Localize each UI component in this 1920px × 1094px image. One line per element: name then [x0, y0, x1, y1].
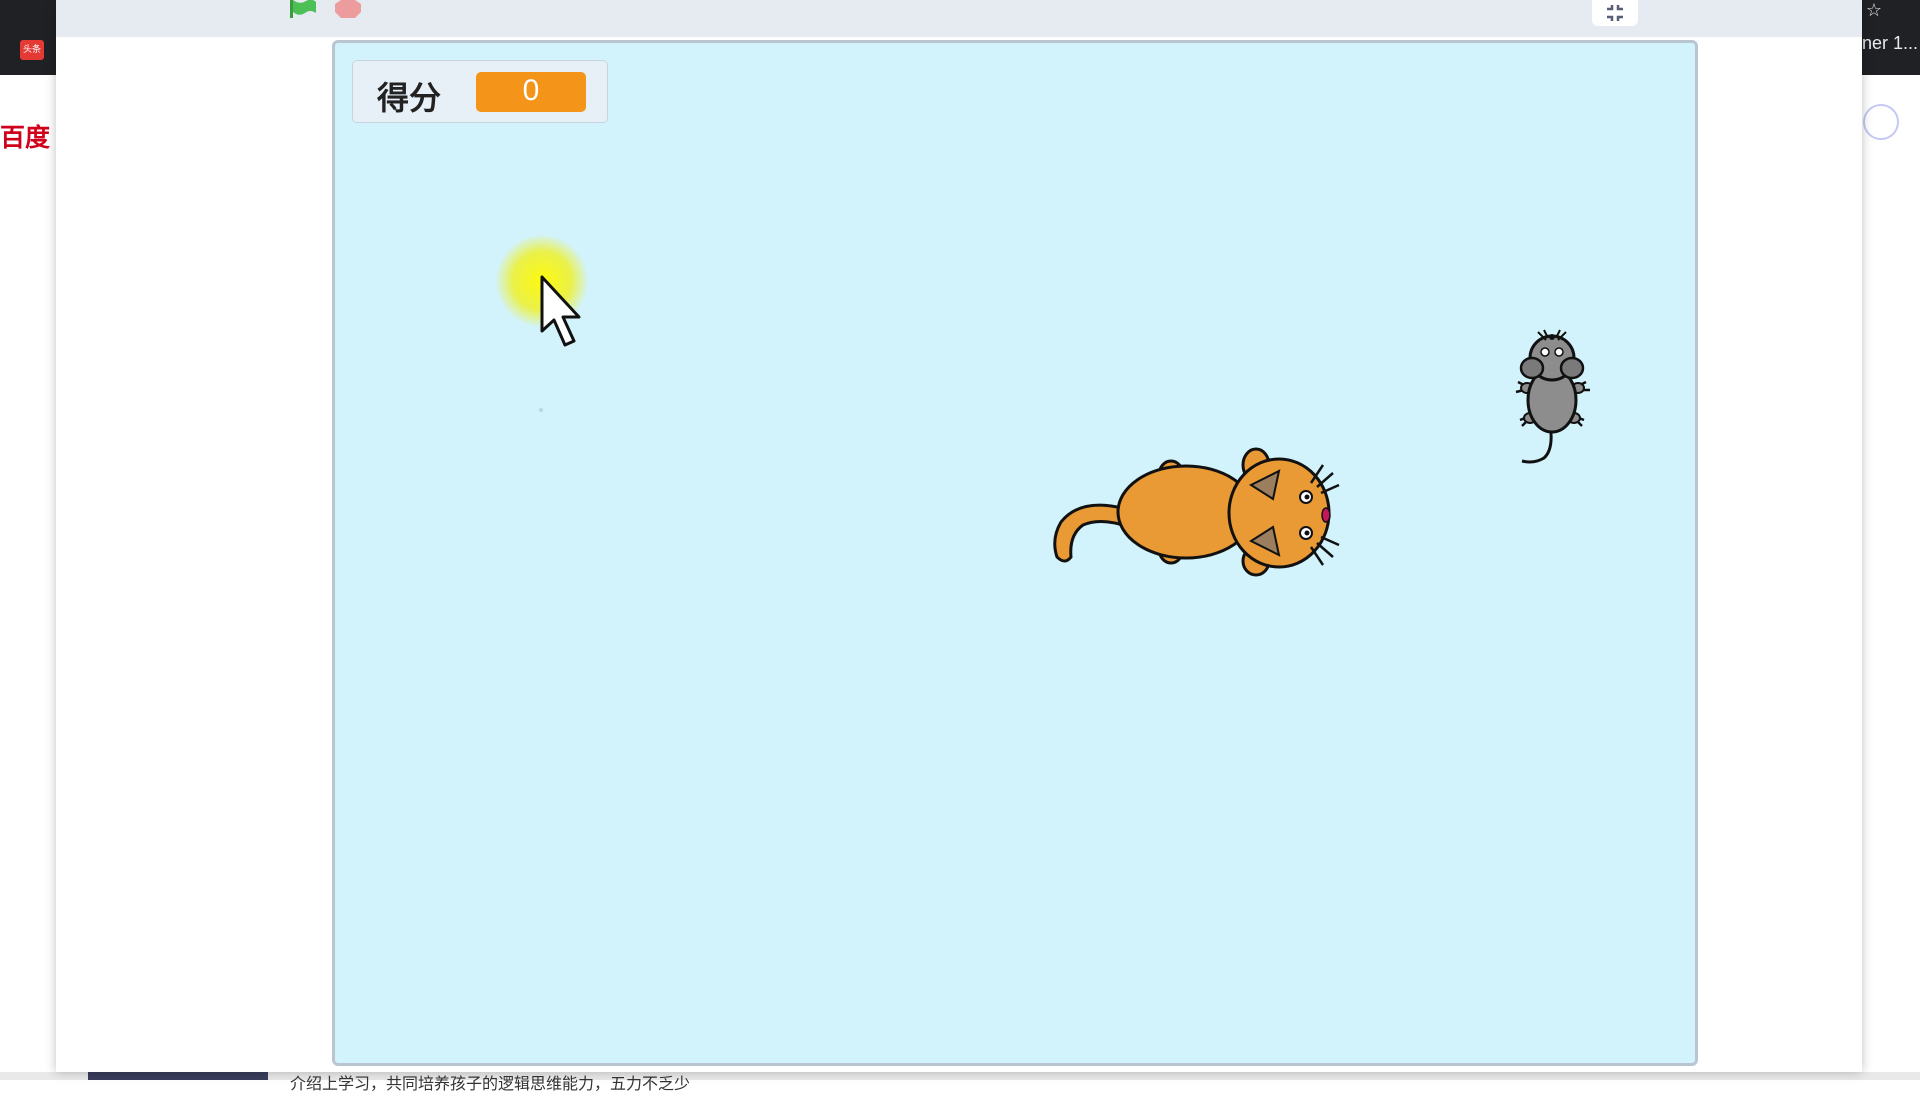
bookmark-star-icon[interactable]: ☆: [1866, 0, 1882, 21]
score-label: 得分: [377, 79, 442, 117]
game-stage[interactable]: 得分 0: [332, 40, 1698, 1066]
browser-tab-title-right[interactable]: ner 1...: [1862, 33, 1920, 67]
baidu-logo: 百度: [0, 123, 51, 152]
stage-speck: [539, 408, 543, 412]
bottom-thumbnail: [88, 1072, 268, 1080]
exit-fullscreen-button[interactable]: [1592, 0, 1638, 26]
score-monitor: 得分 0: [352, 60, 608, 123]
stop-sign-icon[interactable]: [333, 0, 363, 18]
arrow-pointer-icon: [540, 275, 581, 347]
score-value: 0: [476, 72, 586, 112]
mouse-sprite[interactable]: [1508, 324, 1598, 474]
cat-sprite[interactable]: [1041, 417, 1341, 577]
exit-fullscreen-icon: [1607, 5, 1623, 21]
profile-circle-icon[interactable]: [1863, 104, 1899, 140]
player-header-bar: [56, 0, 1862, 37]
green-flag-icon[interactable]: [286, 0, 318, 18]
bookmark-favicon[interactable]: 头条: [20, 40, 44, 60]
bottom-content-strip: [0, 1072, 1920, 1080]
bottom-article-text: 介绍上学习，共同培养孩子的逻辑思维能力，五力不乏少: [290, 1074, 691, 1093]
scratch-player-window: 得分 0: [56, 0, 1862, 1072]
